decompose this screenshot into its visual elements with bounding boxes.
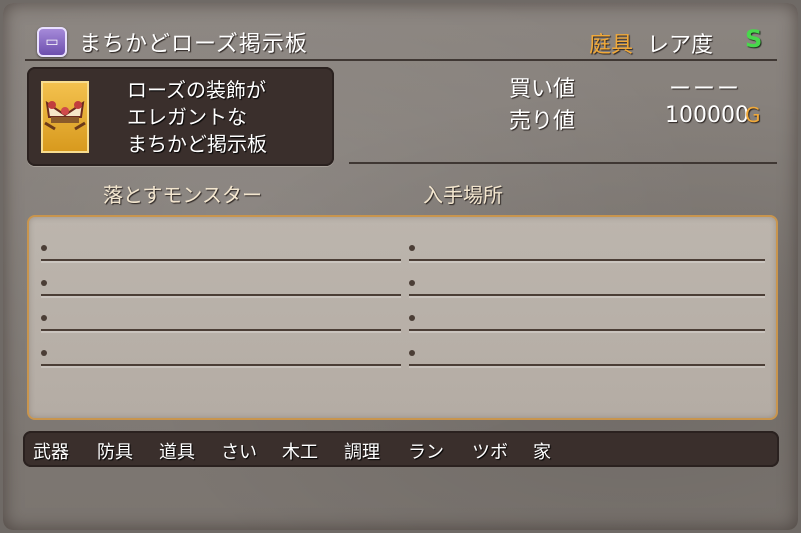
slot-line <box>41 329 401 331</box>
bullet-icon <box>409 245 415 251</box>
buy-price-label: 買い値 <box>509 77 576 102</box>
slot-line <box>41 294 401 296</box>
item-title: まちかどローズ掲示板 <box>79 32 308 57</box>
drop-sources-panel <box>27 215 778 420</box>
bullet-icon <box>41 245 47 251</box>
slot-line <box>409 364 765 366</box>
tab-cooking[interactable]: 調理 <box>344 438 380 464</box>
item-category: 庭具 <box>589 33 634 58</box>
bullet-icon <box>409 315 415 321</box>
bullet-icon <box>41 280 47 286</box>
slot-line <box>409 329 765 331</box>
item-detail-window: ▭ まちかどローズ掲示板 庭具 レア度 S ローズの装飾が エレガントな まちか… <box>3 3 798 530</box>
description-line: エレガントな <box>127 105 247 129</box>
rarity-value: S <box>745 25 763 53</box>
tab-lamp[interactable]: ラン <box>408 438 444 464</box>
tab-woodwork[interactable]: 木工 <box>282 438 318 464</box>
title-divider <box>25 59 777 61</box>
slot-line <box>409 259 765 261</box>
tab-pot[interactable]: ツボ <box>472 438 508 464</box>
bullet-icon <box>41 315 47 321</box>
bullet-icon <box>409 280 415 286</box>
sell-price-label: 売り値 <box>509 109 576 134</box>
item-card: ローズの装飾が エレガントな まちかど掲示板 <box>27 67 334 166</box>
description-line: ローズの装飾が <box>127 78 266 102</box>
bullet-icon <box>409 350 415 356</box>
rose-signboard-icon <box>41 81 89 153</box>
slot-line <box>409 294 765 296</box>
sell-price-value: 100000 <box>665 103 749 128</box>
tab-tools[interactable]: 道具 <box>159 438 195 464</box>
tab-weapons[interactable]: 武器 <box>33 438 69 464</box>
rarity-label: レア度 <box>647 33 714 58</box>
price-divider <box>349 162 777 164</box>
tab-house[interactable]: 家 <box>533 438 551 464</box>
furniture-category-icon: ▭ <box>37 27 67 57</box>
buy-price-value: ーーー <box>669 77 742 102</box>
bullet-icon <box>41 350 47 356</box>
description-line: まちかど掲示板 <box>127 132 267 156</box>
craft-category-tabs: 武器 防具 道具 さい 木工 調理 ラン ツボ 家 <box>23 431 779 467</box>
title-row: ▭ まちかどローズ掲示板 <box>37 27 308 57</box>
slot-line <box>41 364 401 366</box>
slot-line <box>41 259 401 261</box>
tab-armor[interactable]: 防具 <box>97 438 133 464</box>
item-description: ローズの装飾が エレガントな まちかど掲示板 <box>127 77 267 158</box>
gold-currency-mark: G <box>745 103 761 127</box>
tab-sewing[interactable]: さい <box>221 438 257 464</box>
locations-column-header: 入手場所 <box>423 183 503 207</box>
monsters-column-header: 落とすモンスター <box>103 183 262 207</box>
